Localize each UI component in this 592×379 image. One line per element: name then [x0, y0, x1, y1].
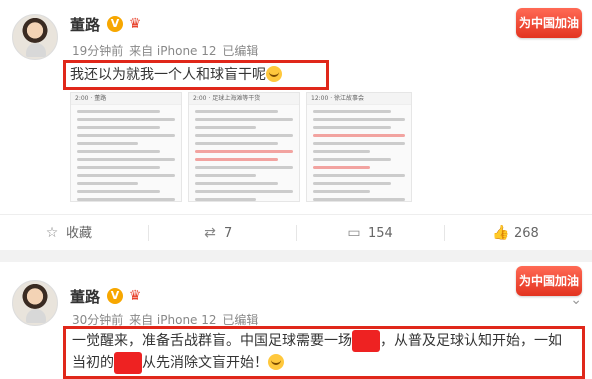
post-text: 我还以为就我一个人和球盲干呢 — [70, 64, 282, 86]
like-button[interactable]: 👍 268 — [492, 215, 539, 251]
thumb-time: 2:00 — [193, 95, 207, 102]
repost-icon: ⇄ — [204, 225, 216, 241]
member-level-icon: ♛ — [128, 288, 142, 304]
post-text: 一觉醒来，准备舌战群盲。中国足球需要一场变革，从普及足球认知开始，一如 当初的革… — [72, 330, 582, 374]
post-time: 19分钟前 — [72, 44, 124, 58]
post-text-content: 我还以为就我一个人和球盲干呢 — [70, 67, 266, 83]
edited-label: 已编辑 — [222, 313, 259, 327]
thumb-title: 徐江故事会 — [334, 95, 365, 102]
post-source: 来自 iPhone 12 — [129, 44, 217, 58]
comment-count: 154 — [368, 226, 393, 241]
image-thumb-3[interactable]: 12:00 · 徐江故事会 — [306, 92, 412, 202]
author-name[interactable]: 董路 — [70, 14, 100, 35]
author-name[interactable]: 董路 — [70, 286, 100, 307]
thumbs-up-icon: 👍 — [492, 225, 510, 241]
post-time: 30分钟前 — [72, 313, 124, 327]
comment-button[interactable]: ▭ 154 — [346, 215, 393, 251]
post-meta: 19分钟前 来自 iPhone 12 已编辑 — [72, 42, 260, 59]
image-thumb-1[interactable]: 2:00 · 董路 — [70, 92, 182, 202]
cheer-china-badge: 为中国加油 — [516, 266, 582, 296]
verified-icon: V — [107, 16, 123, 32]
post-text-part-a: 一觉醒来，准备舌战群盲。中国足球需要一场 — [72, 333, 352, 349]
repost-count: 7 — [224, 226, 233, 241]
redacted-word: 变革 — [352, 330, 380, 352]
comment-icon: ▭ — [347, 225, 361, 241]
thumb-title: 足球上海滩等干货 — [212, 95, 261, 102]
author-avatar[interactable] — [12, 280, 58, 326]
repost-button[interactable]: ⇄ 7 — [202, 215, 232, 251]
action-bar: ☆ 收藏 ⇄ 7 ▭ 154 👍 268 — [0, 214, 592, 250]
grin-emoji-icon — [268, 354, 284, 370]
post-source: 来自 iPhone 12 — [129, 313, 217, 327]
post-text-part-d: 从先消除文盲开始！ — [142, 355, 268, 371]
edited-label: 已编辑 — [222, 44, 259, 58]
redacted-word: 革命 — [114, 352, 142, 374]
grin-emoji-icon — [266, 66, 282, 82]
like-count: 268 — [514, 226, 539, 241]
thumb-title: 董路 — [94, 95, 107, 102]
author-avatar[interactable] — [12, 14, 58, 60]
cheer-china-badge: 为中国加油 — [516, 8, 582, 38]
verified-icon: V — [107, 288, 123, 304]
collect-label: 收藏 — [66, 226, 93, 241]
thumb-time: 2:00 — [75, 95, 89, 102]
weibo-post-2: 董路 V ♛ ⌄ 为中国加油 30分钟前 来自 iPhone 12 已编辑 一觉… — [0, 262, 592, 379]
post-text-part-c: 当初的 — [72, 355, 114, 371]
collect-button[interactable]: ☆ 收藏 — [44, 215, 92, 251]
post-text-part-b: ，从普及足球认知开始，一如 — [380, 333, 562, 349]
image-thumb-2[interactable]: 2:00 · 足球上海滩等干货 — [188, 92, 300, 202]
thumb-time: 12:00 — [311, 95, 329, 102]
star-icon: ☆ — [45, 225, 59, 241]
member-level-icon: ♛ — [128, 16, 142, 32]
weibo-post-1: 董路 V ♛ ⌄ 为中国加油 19分钟前 来自 iPhone 12 已编辑 我还… — [0, 0, 592, 250]
